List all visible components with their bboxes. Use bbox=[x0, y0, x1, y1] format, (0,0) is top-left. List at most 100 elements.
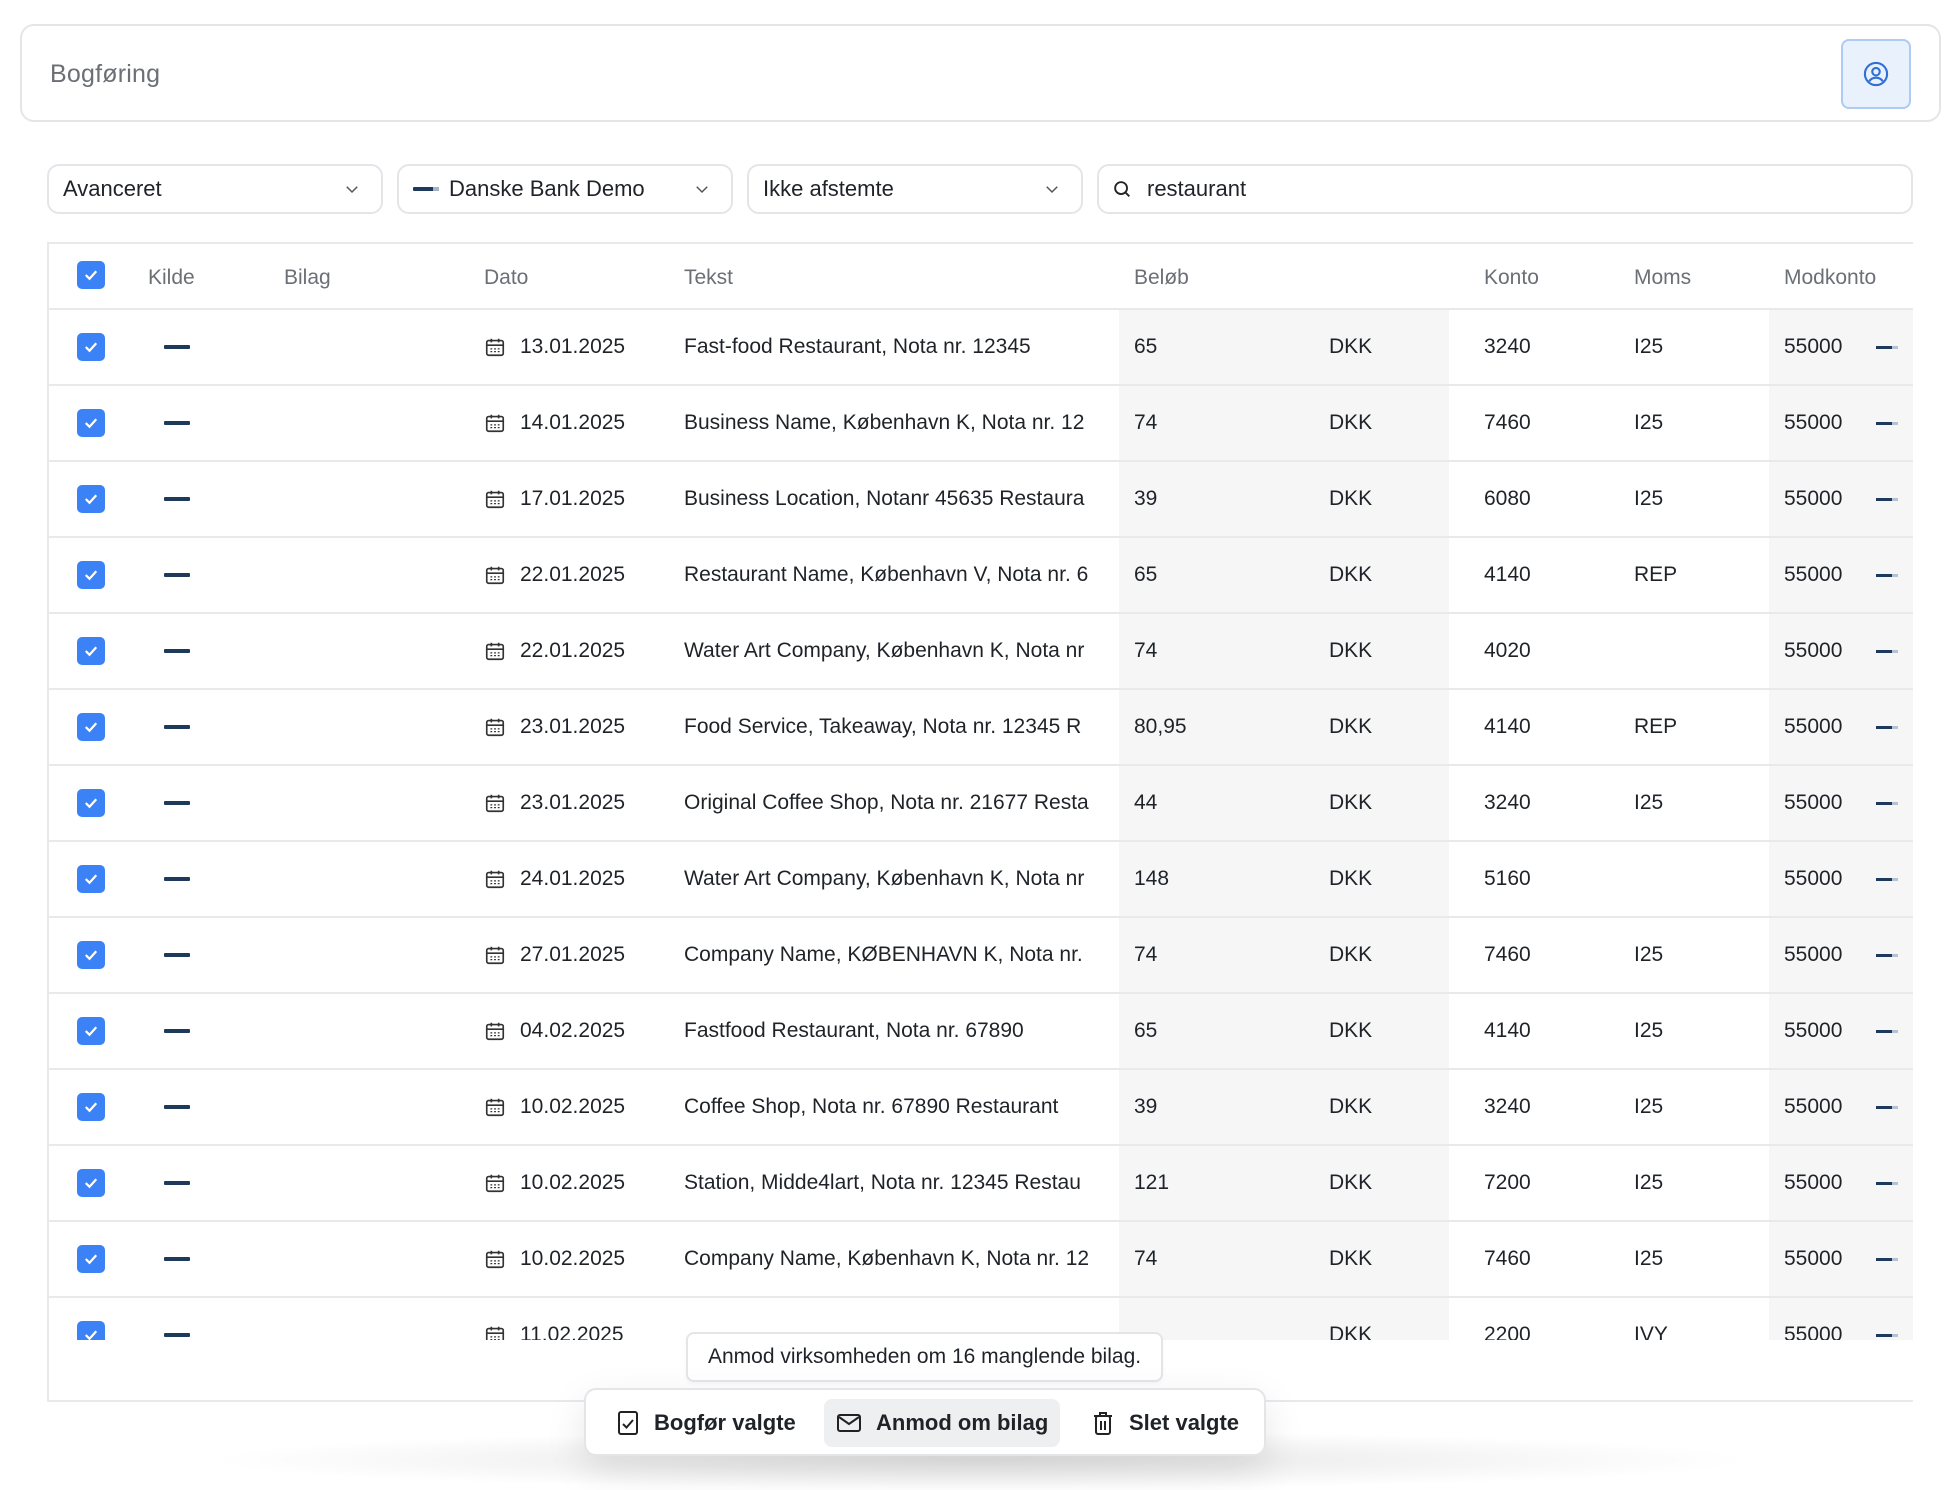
col-modkonto[interactable]: Modkonto bbox=[1784, 266, 1876, 290]
text-cell[interactable]: Coffee Shop, Nota nr. 67890 Restaurant bbox=[684, 1070, 1104, 1144]
counter-account-cell[interactable]: 55000 bbox=[1769, 918, 1913, 992]
amount-cell[interactable]: 74 bbox=[1119, 918, 1449, 992]
vat-cell[interactable]: I25 bbox=[1634, 1146, 1663, 1220]
text-cell[interactable]: Fast-food Restaurant, Nota nr. 12345 bbox=[684, 310, 1104, 384]
col-bilag[interactable]: Bilag bbox=[284, 266, 331, 290]
vat-cell[interactable]: REP bbox=[1634, 690, 1677, 764]
amount-cell[interactable]: 65 bbox=[1119, 994, 1449, 1068]
date-cell[interactable]: 10.02.2025 bbox=[484, 1222, 674, 1296]
bank-select[interactable]: Danske Bank Demo bbox=[397, 164, 733, 214]
account-cell[interactable]: 6080 bbox=[1484, 462, 1531, 536]
text-cell[interactable]: Business Location, Notanr 45635 Restaura bbox=[684, 462, 1104, 536]
date-cell[interactable]: 17.01.2025 bbox=[484, 462, 674, 536]
amount-cell[interactable]: 74 bbox=[1119, 614, 1449, 688]
vat-cell[interactable]: REP bbox=[1634, 538, 1677, 612]
account-cell[interactable]: 4140 bbox=[1484, 994, 1531, 1068]
text-cell[interactable]: Original Coffee Shop, Nota nr. 21677 Res… bbox=[684, 766, 1104, 840]
vat-cell[interactable]: I25 bbox=[1634, 1070, 1663, 1144]
amount-cell[interactable]: 121 bbox=[1119, 1146, 1449, 1220]
row-checkbox[interactable] bbox=[77, 713, 105, 741]
amount-cell[interactable]: 74 bbox=[1119, 1222, 1449, 1296]
table-row[interactable]: 10.02.2025 Coffee Shop, Nota nr. 67890 Re… bbox=[49, 1070, 1913, 1146]
col-kilde[interactable]: Kilde bbox=[148, 266, 195, 290]
row-checkbox[interactable] bbox=[77, 789, 105, 817]
account-cell[interactable]: 2200 bbox=[1484, 1298, 1531, 1340]
row-checkbox[interactable] bbox=[77, 561, 105, 589]
date-cell[interactable]: 10.02.2025 bbox=[484, 1146, 674, 1220]
counter-account-cell[interactable]: 55000 bbox=[1769, 614, 1913, 688]
date-cell[interactable]: 14.01.2025 bbox=[484, 386, 674, 460]
vat-cell[interactable]: IVY bbox=[1634, 1298, 1668, 1340]
vat-cell[interactable]: I25 bbox=[1634, 1222, 1663, 1296]
amount-cell[interactable]: 80,95 bbox=[1119, 690, 1449, 764]
col-tekst[interactable]: Tekst bbox=[684, 266, 733, 290]
text-cell[interactable]: Water Art Company, København K, Nota nr bbox=[684, 614, 1104, 688]
table-row[interactable]: 22.01.2025 Restaurant Name, København V, … bbox=[49, 538, 1913, 614]
counter-account-cell[interactable]: 55000 bbox=[1769, 766, 1913, 840]
status-select[interactable]: Ikke afstemte bbox=[747, 164, 1083, 214]
counter-account-cell[interactable]: 55000 bbox=[1769, 538, 1913, 612]
counter-account-cell[interactable]: 55000 bbox=[1769, 1070, 1913, 1144]
table-row[interactable]: 23.01.2025 Original Coffee Shop, Nota nr.… bbox=[49, 766, 1913, 842]
date-cell[interactable]: 11.02.2025 bbox=[484, 1298, 674, 1340]
counter-account-cell[interactable]: 55000 bbox=[1769, 994, 1913, 1068]
account-cell[interactable]: 3240 bbox=[1484, 766, 1531, 840]
row-checkbox[interactable] bbox=[77, 485, 105, 513]
row-checkbox[interactable] bbox=[77, 1169, 105, 1197]
request-receipts-button[interactable]: Anmod om bilag bbox=[824, 1399, 1061, 1447]
amount-cell[interactable]: 65 bbox=[1119, 310, 1449, 384]
date-cell[interactable]: 23.01.2025 bbox=[484, 690, 674, 764]
row-checkbox[interactable] bbox=[77, 333, 105, 361]
text-cell[interactable]: Food Service, Takeaway, Nota nr. 12345 R bbox=[684, 690, 1104, 764]
text-cell[interactable]: Fastfood Restaurant, Nota nr. 67890 bbox=[684, 994, 1104, 1068]
table-row[interactable]: 13.01.2025 Fast-food Restaurant, Nota nr.… bbox=[49, 310, 1913, 386]
text-cell[interactable]: Station, Midde4lart, Nota nr. 12345 Rest… bbox=[684, 1146, 1104, 1220]
counter-account-cell[interactable]: 55000 bbox=[1769, 310, 1913, 384]
table-row[interactable]: 10.02.2025 Station, Midde4lart, Nota nr. … bbox=[49, 1146, 1913, 1222]
date-cell[interactable]: 27.01.2025 bbox=[484, 918, 674, 992]
date-cell[interactable]: 22.01.2025 bbox=[484, 614, 674, 688]
vat-cell[interactable]: I25 bbox=[1634, 766, 1663, 840]
vat-cell[interactable]: I25 bbox=[1634, 386, 1663, 460]
amount-cell[interactable]: 44 bbox=[1119, 766, 1449, 840]
amount-cell[interactable]: 74 bbox=[1119, 386, 1449, 460]
account-cell[interactable]: 7460 bbox=[1484, 918, 1531, 992]
text-cell[interactable]: Restaurant Name, København V, Nota nr. 6 bbox=[684, 538, 1104, 612]
mode-select[interactable]: Avanceret bbox=[47, 164, 383, 214]
date-cell[interactable]: 23.01.2025 bbox=[484, 766, 674, 840]
row-checkbox[interactable] bbox=[77, 1093, 105, 1121]
vat-cell[interactable]: I25 bbox=[1634, 310, 1663, 384]
counter-account-cell[interactable]: 55000 bbox=[1769, 386, 1913, 460]
account-cell[interactable]: 4020 bbox=[1484, 614, 1531, 688]
table-row[interactable]: 23.01.2025 Food Service, Takeaway, Nota n… bbox=[49, 690, 1913, 766]
table-row[interactable]: 17.01.2025 Business Location, Notanr 4563… bbox=[49, 462, 1913, 538]
table-row[interactable]: 14.01.2025 Business Name, København K, No… bbox=[49, 386, 1913, 462]
amount-cell[interactable]: 39 bbox=[1119, 1070, 1449, 1144]
delete-selected-button[interactable]: Slet valgte bbox=[1079, 1399, 1251, 1447]
date-cell[interactable]: 13.01.2025 bbox=[484, 310, 674, 384]
text-cell[interactable]: Business Name, København K, Nota nr. 12 bbox=[684, 386, 1104, 460]
counter-account-cell[interactable]: 55000 bbox=[1769, 1298, 1913, 1340]
date-cell[interactable]: 24.01.2025 bbox=[484, 842, 674, 916]
account-cell[interactable]: 7200 bbox=[1484, 1146, 1531, 1220]
vat-cell[interactable]: I25 bbox=[1634, 994, 1663, 1068]
col-konto[interactable]: Konto bbox=[1484, 266, 1539, 290]
table-row[interactable]: 22.01.2025 Water Art Company, København K… bbox=[49, 614, 1913, 690]
row-checkbox[interactable] bbox=[77, 941, 105, 969]
counter-account-cell[interactable]: 55000 bbox=[1769, 1146, 1913, 1220]
counter-account-cell[interactable]: 55000 bbox=[1769, 842, 1913, 916]
amount-cell[interactable]: 65 bbox=[1119, 538, 1449, 612]
select-all-checkbox[interactable] bbox=[77, 261, 105, 289]
col-moms[interactable]: Moms bbox=[1634, 266, 1691, 290]
account-cell[interactable]: 4140 bbox=[1484, 690, 1531, 764]
date-cell[interactable]: 10.02.2025 bbox=[484, 1070, 674, 1144]
search-box[interactable] bbox=[1097, 164, 1913, 214]
search-input[interactable] bbox=[1147, 176, 1847, 202]
vat-cell[interactable]: I25 bbox=[1634, 462, 1663, 536]
account-cell[interactable]: 5160 bbox=[1484, 842, 1531, 916]
row-checkbox[interactable] bbox=[77, 1245, 105, 1273]
amount-cell[interactable]: 39 bbox=[1119, 462, 1449, 536]
post-selected-button[interactable]: Bogfør valgte bbox=[604, 1399, 808, 1447]
account-cell[interactable]: 4140 bbox=[1484, 538, 1531, 612]
table-row[interactable]: 27.01.2025 Company Name, KØBENHAVN K, Not… bbox=[49, 918, 1913, 994]
